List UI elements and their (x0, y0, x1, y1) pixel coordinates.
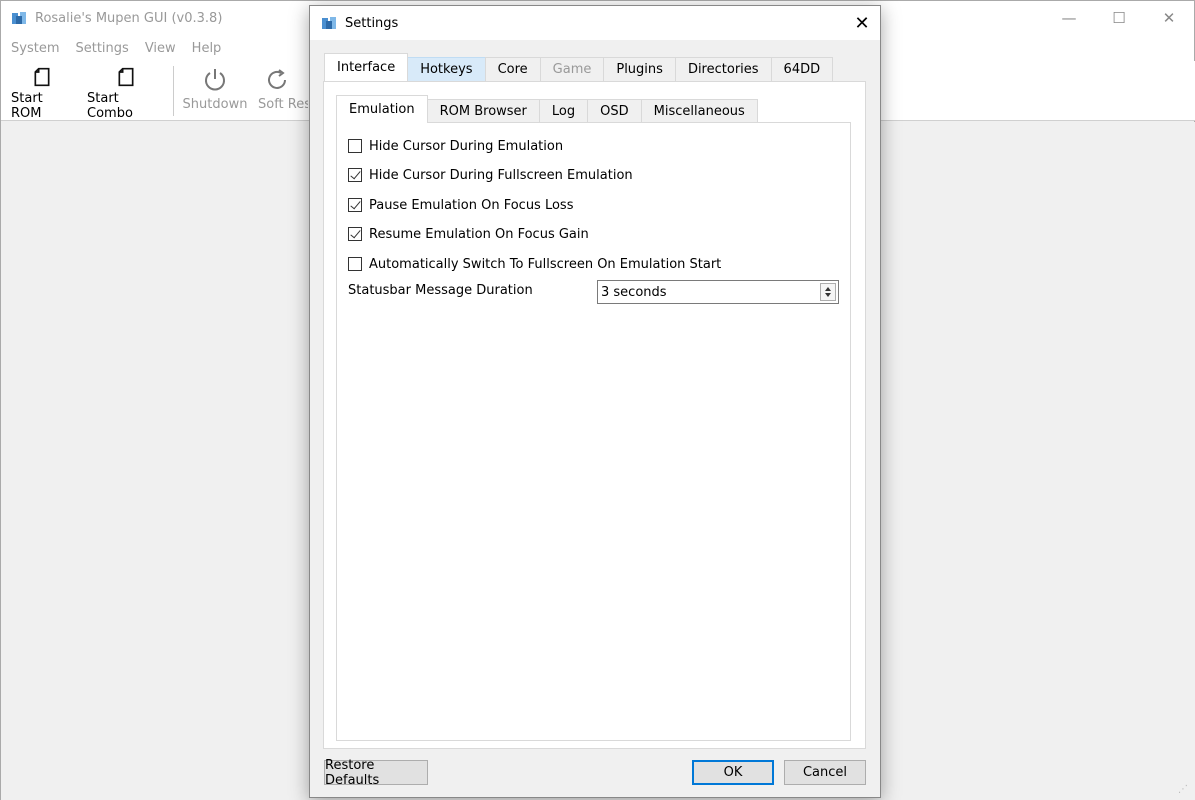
start-rom-button[interactable]: Start ROM (1, 61, 77, 121)
option-hide-cursor[interactable]: Hide Cursor During Emulation (348, 136, 563, 156)
tab-game[interactable]: Game (539, 57, 605, 81)
settings-dialog: Settings ✕ Interface Hotkeys Core Game P… (309, 5, 881, 798)
minimize-button[interactable]: — (1044, 1, 1094, 35)
window-controls: — ☐ ✕ (1044, 1, 1194, 35)
option-resume-on-focus-gain[interactable]: Resume Emulation On Focus Gain (348, 224, 589, 244)
app-icon (322, 17, 336, 29)
start-combo-label: Start Combo (87, 91, 133, 121)
maximize-button[interactable]: ☐ (1094, 1, 1144, 35)
option-auto-fullscreen[interactable]: Automatically Switch To Fullscreen On Em… (348, 254, 721, 274)
tab-64dd[interactable]: 64DD (770, 57, 834, 81)
menu-view[interactable]: View (137, 41, 184, 56)
checkbox[interactable] (348, 257, 362, 271)
tab-osd[interactable]: OSD (587, 99, 642, 123)
statusbar-duration-value[interactable]: 3 seconds (598, 285, 820, 300)
inner-tab-bar: Emulation ROM Browser Log OSD Miscellane… (336, 95, 758, 123)
statusbar-duration-label: Statusbar Message Duration (348, 283, 533, 298)
menu-system[interactable]: System (3, 41, 67, 56)
soft-reset-button[interactable]: Soft Rese (248, 61, 308, 121)
checkbox[interactable] (348, 139, 362, 153)
statusbar-duration-spinbox[interactable]: 3 seconds (597, 280, 839, 304)
app-icon (12, 12, 26, 24)
option-label: Hide Cursor During Emulation (369, 138, 564, 154)
reset-icon (268, 69, 286, 89)
option-label: Pause Emulation On Focus Loss (369, 197, 574, 213)
restore-defaults-button[interactable]: Restore Defaults (324, 758, 428, 788)
close-icon[interactable]: ✕ (844, 6, 880, 40)
tab-log[interactable]: Log (538, 99, 589, 123)
option-pause-on-focus-loss[interactable]: Pause Emulation On Focus Loss (348, 195, 573, 215)
dialog-title: Settings (345, 15, 399, 31)
checkbox[interactable] (348, 168, 362, 182)
dialog-titlebar: Settings ✕ (310, 6, 880, 40)
tab-directories[interactable]: Directories (674, 57, 772, 81)
start-rom-label: Start ROM (11, 91, 43, 121)
shutdown-label: Shutdown (182, 97, 248, 112)
power-icon (205, 69, 225, 91)
spin-up-icon[interactable] (825, 287, 831, 291)
start-combo-button[interactable]: Start Combo (77, 61, 165, 121)
document-icon (34, 67, 50, 87)
option-label: Resume Emulation On Focus Gain (369, 226, 589, 242)
shutdown-button[interactable]: Shutdown (182, 61, 248, 121)
option-hide-cursor-fullscreen[interactable]: Hide Cursor During Fullscreen Emulation (348, 165, 633, 185)
tab-hotkeys[interactable]: Hotkeys (407, 57, 486, 81)
cancel-button[interactable]: Cancel (784, 760, 866, 785)
menu-help[interactable]: Help (184, 41, 230, 56)
tab-emulation[interactable]: Emulation (336, 95, 428, 123)
checkbox[interactable] (348, 227, 362, 241)
tab-core[interactable]: Core (484, 57, 541, 81)
tab-rom-browser[interactable]: ROM Browser (426, 99, 540, 123)
document-icon (118, 67, 134, 87)
resize-grip-icon[interactable]: ⋰ (1178, 784, 1188, 795)
toolbar-separator (173, 66, 174, 116)
main-window-title: Rosalie's Mupen GUI (v0.3.8) (35, 10, 223, 26)
interface-tab-pane: Emulation ROM Browser Log OSD Miscellane… (323, 81, 866, 749)
ok-button[interactable]: OK (692, 760, 774, 785)
option-label: Hide Cursor During Fullscreen Emulation (369, 167, 633, 183)
close-window-button[interactable]: ✕ (1144, 1, 1194, 35)
spin-arrows[interactable] (820, 283, 836, 301)
option-label: Automatically Switch To Fullscreen On Em… (369, 256, 722, 272)
spin-down-icon[interactable] (825, 293, 831, 297)
tab-plugins[interactable]: Plugins (603, 57, 676, 81)
menu-settings[interactable]: Settings (67, 41, 136, 56)
outer-tab-bar: Interface Hotkeys Core Game Plugins Dire… (324, 53, 834, 81)
tab-interface[interactable]: Interface (324, 53, 409, 81)
tab-miscellaneous[interactable]: Miscellaneous (640, 99, 758, 123)
soft-reset-label: Soft Rese (258, 97, 308, 112)
emulation-tab-pane: Hide Cursor During Emulation Hide Cursor… (336, 122, 851, 741)
checkbox[interactable] (348, 198, 362, 212)
